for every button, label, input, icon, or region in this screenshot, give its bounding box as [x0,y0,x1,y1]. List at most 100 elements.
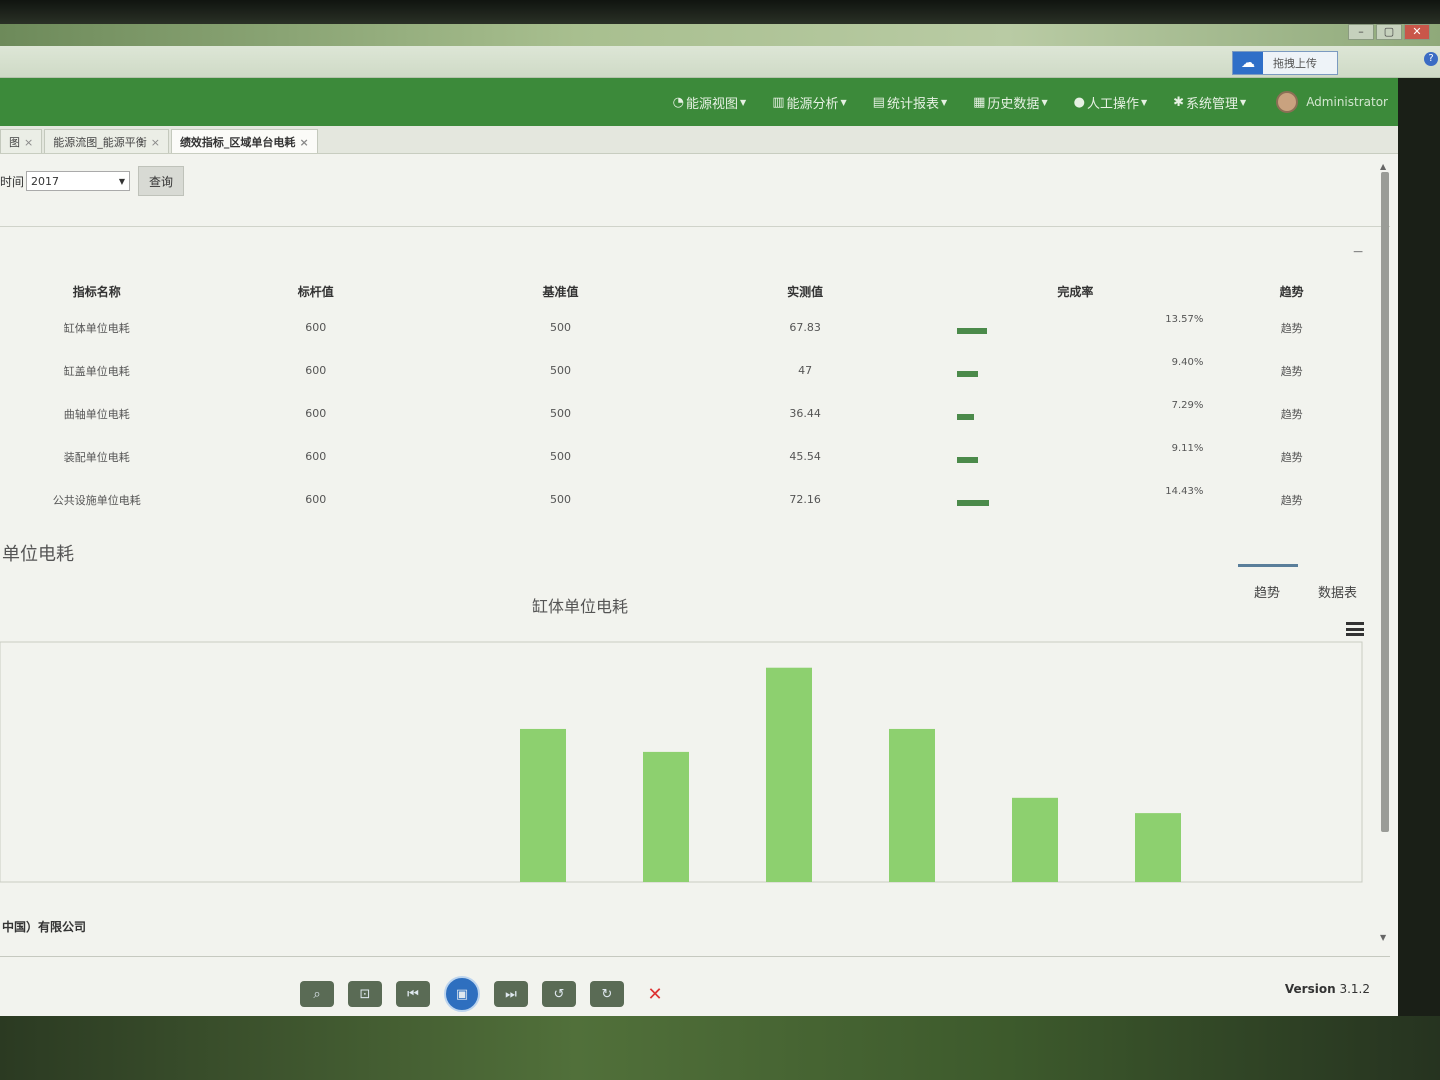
scroll-up-icon[interactable]: ▲ [1380,162,1386,171]
monitor-bezel [0,0,1440,24]
close-icon[interactable]: × [299,136,308,149]
trend-link[interactable]: 趋势 [1223,306,1360,349]
table-header-row: 指标名称 标杆值 基准值 实测值 完成率 趋势 [0,276,1360,306]
next-icon[interactable]: ⏭ [494,981,528,1007]
metrics-table: 指标名称 标杆值 基准值 实测值 完成率 趋势 缸体单位电耗 600 500 6… [0,276,1360,521]
chevron-down-icon: ▼ [1041,97,1048,107]
rate-bar [957,371,979,377]
actual-value: 67.83 [789,321,821,334]
bar-chart-icon: ▥ [772,94,785,110]
close-icon[interactable]: × [151,136,160,149]
indicator-name: 缸体单位电耗 [63,321,130,335]
upload-button[interactable]: ☁ 拖拽上传 [1232,51,1338,75]
baseline-value: 500 [549,407,571,420]
nav-label: 能源分析 [786,96,839,112]
close-icon[interactable]: × [24,136,33,149]
scroll-down-icon[interactable]: ▼ [1380,933,1386,942]
nav-manual-operation[interactable]: ● 人工操作 ▼ [1074,93,1148,112]
footer-divider [0,956,1390,957]
user-name[interactable]: Administrator [1306,95,1388,109]
cloud-upload-icon: ☁ [1233,52,1263,74]
book-icon: ▦ [973,94,986,110]
previous-icon[interactable]: ⏮ [396,981,430,1007]
rate-bar [957,328,988,334]
tab-label: 绩效指标_区域单台电耗 [179,136,296,149]
taskbar [0,1016,1440,1080]
table-row: 缸盖单位电耗 600 500 47 9.40% 趋势 [0,349,1360,392]
benchmark-value: 600 [305,450,327,463]
company-name: 中国）有限公司 [2,920,87,934]
nav-history-data[interactable]: ▦ 历史数据 ▼ [973,93,1047,112]
completion-rate: 9.40% [927,349,1223,392]
nav-energy-view[interactable]: ◔ 能源视图 ▼ [673,93,747,112]
year-value: 2017 [31,174,60,188]
dashboard-icon: ◔ [672,94,685,110]
actual-value: 36.44 [789,407,821,420]
completion-rate: 13.57% [927,306,1223,349]
trend-link[interactable]: 趋势 [1223,435,1360,478]
close-button[interactable]: ✕ [1404,24,1430,40]
tab-performance-indicator[interactable]: 绩效指标_区域单台电耗 × [170,129,318,153]
report-icon: ▤ [872,94,885,110]
scrollbar-thumb[interactable] [1381,172,1389,832]
tab-previous[interactable]: 图 × [0,129,43,153]
tab-bar: 图 × 能源流图_能源平衡 × 绩效指标_区域单台电耗 × [0,126,1398,154]
maximize-button[interactable]: ▢ [1376,24,1402,40]
nav-energy-analysis[interactable]: ▥ 能源分析 ▼ [772,93,846,112]
chevron-down-icon: ▼ [940,97,948,107]
rate-bar [957,414,974,420]
nav-statistics-report[interactable]: ▤ 统计报表 ▼ [873,93,947,112]
indicator-name: 装配单位电耗 [63,450,130,464]
baseline-value: 500 [549,364,571,377]
avatar[interactable] [1276,91,1299,113]
query-button[interactable]: 查询 [138,166,185,196]
completion-rate: 7.29% [927,392,1223,435]
top-navbar: ◔ 能源视图 ▼ ▥ 能源分析 ▼ ▤ 统计报表 ▼ ▦ 历史数据 ▼ ● 人工… [0,78,1398,126]
benchmark-value: 600 [305,321,327,334]
completion-rate: 14.43% [927,478,1223,521]
baseline-value: 500 [549,450,571,463]
actual-value: 47 [798,364,813,377]
collapse-icon[interactable]: − [1352,244,1364,260]
trend-link[interactable]: 趋势 [1223,392,1360,435]
table-row: 曲轴单位电耗 600 500 36.44 7.29% 趋势 [0,392,1360,435]
tab-energy-flow[interactable]: 能源流图_能源平衡 × [44,129,169,153]
table-row: 公共设施单位电耗 600 500 72.16 14.43% 趋势 [0,478,1360,521]
nav-system-management[interactable]: ✱ 系统管理 ▼ [1173,93,1246,112]
user-icon: ● [1073,94,1085,110]
rate-bar-track [957,414,1137,420]
chevron-down-icon: ▼ [840,97,847,107]
table-row: 缸体单位电耗 600 500 67.83 13.57% 趋势 [0,306,1360,349]
rotate-right-icon[interactable]: ↻ [590,981,624,1007]
actual-value: 45.54 [789,450,821,463]
nav-label: 人工操作 [1086,96,1139,112]
minimize-button[interactable]: – [1348,24,1374,40]
rotate-left-icon[interactable]: ↺ [542,981,576,1007]
nav-label: 统计报表 [886,96,939,112]
year-select[interactable]: 2017 ▼ [26,171,131,191]
main-content: 图 × 能源流图_能源平衡 × 绩效指标_区域单台电耗 × 时间 2017 ▼ 查询 … [0,126,1398,1016]
indicator-name: 公共设施单位电耗 [52,493,141,507]
vertical-scrollbar[interactable]: ▲ ▼ [1380,162,1390,942]
benchmark-value: 600 [305,407,327,420]
tab-label: 图 [9,136,20,149]
completion-rate: 9.11% [927,435,1223,478]
chevron-down-icon: ▼ [1140,97,1148,107]
column-header: 基准值 [542,284,579,299]
chart-bar [889,728,935,882]
delete-icon[interactable]: ✕ [638,981,672,1007]
chart-bar [1135,813,1181,882]
chevron-down-icon: ▼ [740,97,747,107]
benchmark-value: 600 [305,364,327,377]
upload-label: 拖拽上传 [1273,57,1317,70]
help-icon[interactable]: ? [1424,52,1438,66]
trend-link[interactable]: 趋势 [1223,478,1360,521]
divider [0,226,1390,227]
rate-bar-track [957,457,1137,463]
dropdown-arrow-icon: ▼ [118,176,126,186]
slideshow-icon[interactable]: ▣ [444,976,480,1012]
baseline-value: 500 [549,321,571,334]
zoom-icon[interactable]: ⌕ [300,981,334,1007]
fit-icon[interactable]: ⊡ [348,981,382,1007]
trend-link[interactable]: 趋势 [1223,349,1360,392]
